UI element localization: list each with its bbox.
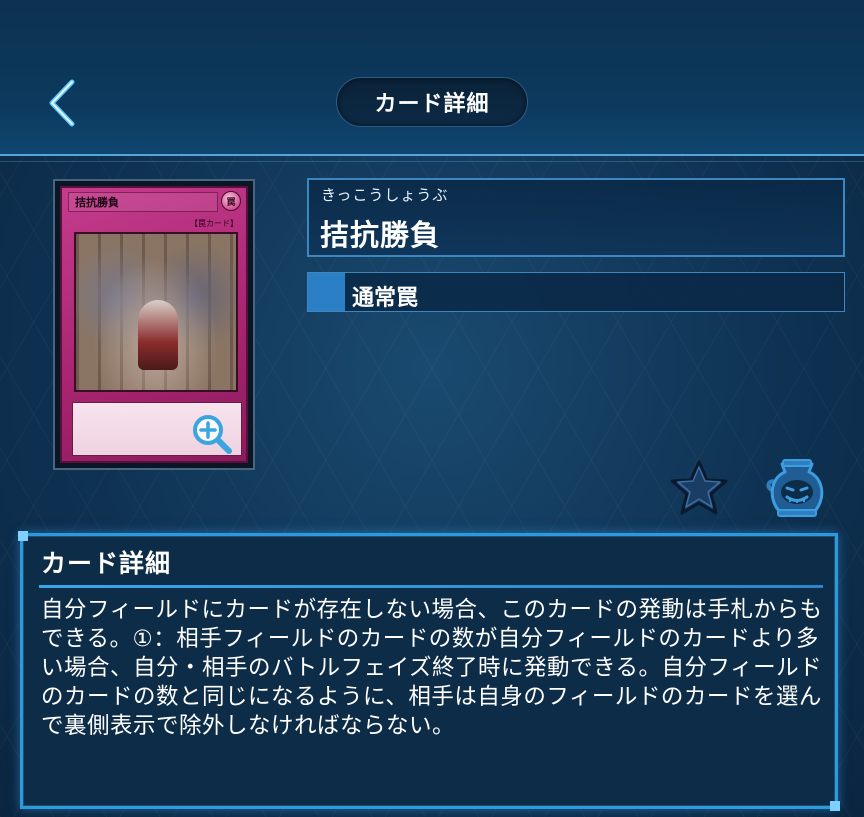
card-detail-panel: カード詳細 自分フィールドにカードが存在しない場合、このカードの発動は手札からも… (18, 531, 840, 811)
card-type-swatch (308, 273, 345, 311)
card-name-ruby: きっこうしょうぶ (321, 186, 449, 204)
card-effect-text: 自分フィールドにカードが存在しない場合、このカードの発動は手札からもできる。①：… (41, 597, 823, 739)
zoom-button[interactable] (190, 412, 234, 456)
detail-divider (39, 585, 823, 588)
pot-button[interactable] (762, 456, 832, 520)
card-face: 拮抗勝負 罠 【罠カード】 (60, 186, 248, 463)
pot-of-greed-icon (766, 459, 824, 517)
chevron-left-icon (49, 79, 75, 127)
favorite-button[interactable] (668, 458, 730, 518)
magnify-plus-icon (193, 415, 232, 454)
card-name: 拮抗勝負 (320, 218, 441, 252)
card-type: 通常罠 (352, 286, 419, 311)
card-image[interactable]: 拮抗勝負 罠 【罠カード】 (53, 179, 255, 470)
card-artwork-figure (138, 300, 178, 370)
header-bar: カード詳細 (0, 0, 864, 162)
card-attribute-icon: 罠 (221, 191, 241, 211)
detail-heading: カード詳細 (41, 549, 172, 578)
back-button[interactable] (38, 78, 84, 128)
card-name-panel: きっこうしょうぶ 拮抗勝負 (307, 178, 845, 257)
card-type-panel: 通常罠 (307, 272, 845, 312)
card-image-name: 拮抗勝負 (68, 192, 218, 212)
page-title: カード詳細 (336, 77, 528, 127)
card-artwork (74, 232, 238, 392)
star-icon (670, 460, 728, 515)
card-image-type: 【罠カード】 (190, 219, 238, 228)
